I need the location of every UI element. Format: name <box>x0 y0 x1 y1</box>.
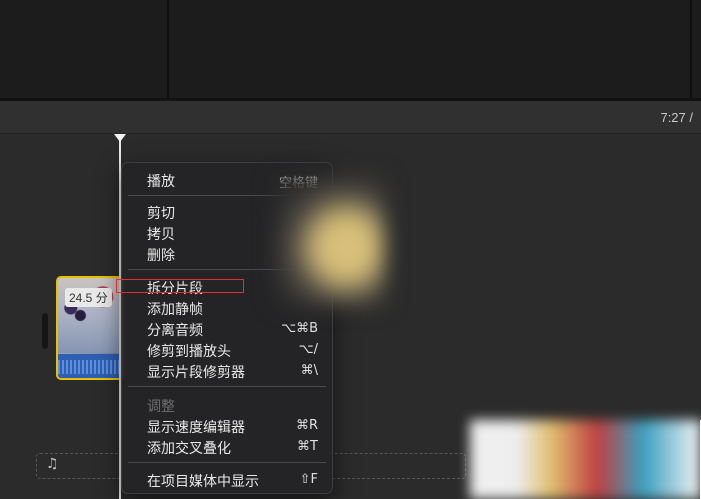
shortcut-show-clip-trimmer: ⌘\ <box>300 363 318 378</box>
menu-item-play[interactable]: 播放 <box>147 171 175 191</box>
menu-item-cut[interactable]: 剪切 <box>147 203 175 223</box>
panel-divider <box>167 0 169 100</box>
menu-item-reveal-in-project-media[interactable]: 在项目媒体中显示 <box>147 471 259 491</box>
menu-item-show-clip-trimmer[interactable]: 显示片段修剪器 <box>147 362 245 382</box>
menu-item-add-freeze-frame[interactable]: 添加静帧 <box>147 299 203 319</box>
menu-item-delete[interactable]: 删除 <box>147 245 175 265</box>
menu-item-trim-to-playhead[interactable]: 修剪到播放头 <box>147 341 231 361</box>
shortcut-show-speed-editor: ⌘R <box>295 418 318 433</box>
blurred-region <box>275 176 385 306</box>
menu-item-copy[interactable]: 拷贝 <box>147 224 175 244</box>
blurred-region <box>470 420 701 499</box>
viewer-panel <box>0 0 701 100</box>
menu-separator <box>128 386 326 387</box>
annotation-highlight <box>116 279 244 293</box>
shortcut-detach-audio: ⌥⌘B <box>281 321 318 336</box>
shortcut-add-cross-dissolve: ⌘T <box>297 439 318 454</box>
clip-duration-badge: 24.5 分 <box>65 288 112 307</box>
menu-item-adjust: 调整 <box>147 399 175 415</box>
panel-divider <box>690 0 692 100</box>
playhead-marker-icon[interactable] <box>114 134 126 142</box>
menu-item-show-speed-editor[interactable]: 显示速度编辑器 <box>147 417 245 437</box>
menu-separator <box>128 462 326 463</box>
shortcut-reveal-in-project-media: ⇧F <box>299 472 318 487</box>
track-drag-handle[interactable] <box>42 313 48 349</box>
music-note-icon: ♫ <box>46 456 59 472</box>
clip-audio-waveform <box>58 354 122 378</box>
menu-item-add-cross-dissolve[interactable]: 添加交叉叠化 <box>147 438 231 458</box>
timecode: 7:27 / <box>660 110 693 125</box>
timeline-header: 7:27 / <box>0 101 701 134</box>
menu-item-detach-audio[interactable]: 分离音频 <box>147 320 203 340</box>
shortcut-trim-to-playhead: ⌥/ <box>298 342 318 357</box>
